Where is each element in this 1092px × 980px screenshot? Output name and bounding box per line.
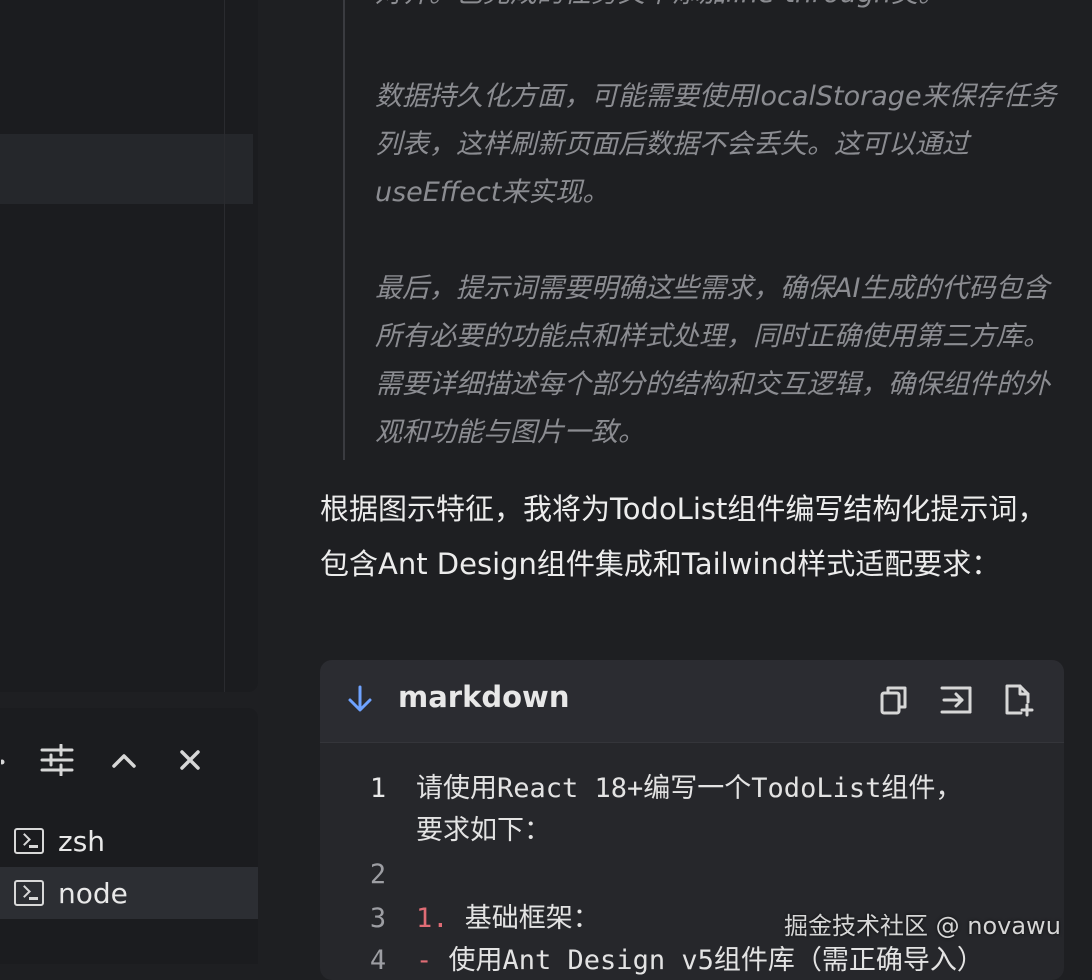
line-number: 1 (369, 773, 387, 804)
line-number: 3 (369, 903, 387, 934)
code-block-header: markdown (320, 660, 1064, 743)
editor-scroll-rail[interactable] (224, 0, 225, 692)
editor-panel (0, 0, 258, 692)
terminal-session-node[interactable]: node (0, 867, 258, 919)
download-arrow-icon[interactable] (342, 682, 380, 720)
panel-divider[interactable] (258, 0, 272, 964)
code-language-label: markdown (398, 680, 570, 714)
watermark: 掘金技术社区 @ novawu (784, 912, 1061, 940)
line-number: 2 (369, 859, 387, 890)
terminal-session-label: node (58, 876, 128, 910)
line-number: 4 (369, 945, 387, 976)
new-file-icon[interactable] (1000, 682, 1038, 720)
thinking-line-cut: 对齐。已完成的任务文本添加line-through类。 (375, 0, 1075, 18)
line-content: 请使用React 18+编写一个TodoList组件， 要求如下： (416, 773, 963, 846)
terminal-icon (14, 828, 44, 854)
close-icon[interactable] (172, 742, 208, 778)
assistant-answer: 根据图示特征，我将为TodoList组件编写结构化提示词，包含Ant Desig… (320, 492, 1047, 581)
sliders-icon[interactable] (36, 740, 78, 780)
terminal-more-dot[interactable] (0, 758, 8, 766)
thinking-paragraph: 最后，提示词需要明确这些需求，确保AI生成的代码包含所有必要的功能点和样式处理，… (375, 273, 1050, 448)
terminal-session-zsh[interactable]: zsh (0, 815, 258, 867)
terminal-session-label: zsh (58, 824, 106, 858)
thinking-block: 对齐。已完成的任务文本添加line-through类。 数据持久化方面，可能需要… (343, 0, 1075, 460)
line-content: - 使用Ant Design v5组件库（需正确导入） (416, 945, 984, 976)
insert-into-terminal-icon[interactable] (938, 682, 976, 720)
chevron-up-icon[interactable] (106, 742, 142, 778)
thinking-paragraph: 数据持久化方面，可能需要使用localStorage来保存任务列表，这样刷新页面… (375, 81, 1057, 208)
editor-line-highlight (0, 134, 253, 204)
terminal-panel: zsh node (0, 708, 258, 964)
copy-icon[interactable] (876, 682, 914, 720)
code-line: 1 请使用React 18+编写一个TodoList组件， 要求如下： (320, 768, 1064, 852)
terminal-icon (14, 880, 44, 906)
